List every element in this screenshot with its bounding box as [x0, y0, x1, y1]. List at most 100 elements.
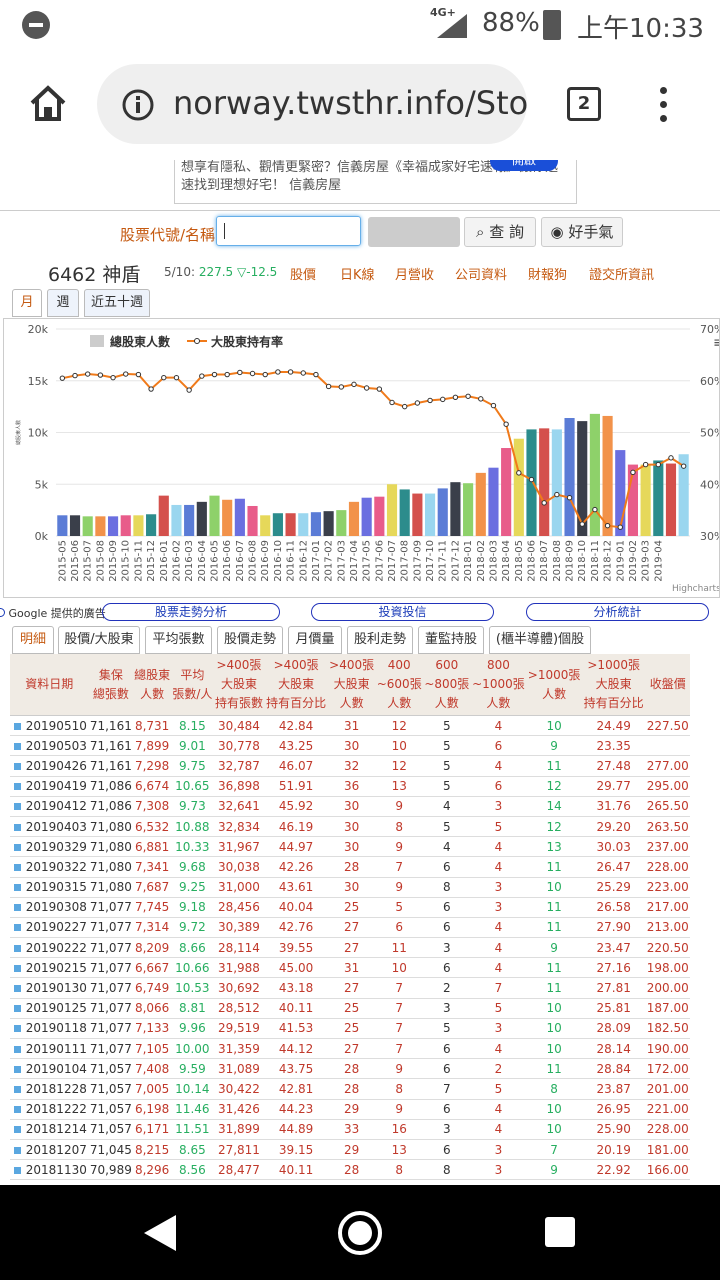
- back-icon[interactable]: [144, 1215, 176, 1251]
- table-row[interactable]: 20190125 71,077 8,066 8.81 28,512 40.11 25 7 3 5 1…: [10, 998, 690, 1019]
- table-row[interactable]: 20181222 71,057 6,198 11.46 31,426 44.23 29 9 6 4…: [10, 1099, 690, 1120]
- table-cell: 263.50: [645, 816, 690, 838]
- tab-switcher-button[interactable]: 2: [567, 87, 601, 121]
- table-cell: 25.29: [581, 877, 646, 898]
- query-button[interactable]: ⌕ 查 詢: [464, 217, 536, 247]
- table-row[interactable]: 20190227 71,077 7,314 9.72 30,389 42.76 27 6 6 4 1…: [10, 917, 690, 939]
- data-tab-semi[interactable]: (櫃半導體)個股: [489, 626, 591, 654]
- home-nav-icon[interactable]: [338, 1211, 382, 1255]
- section-link-trend[interactable]: 股票走勢分析: [102, 603, 280, 621]
- data-tab-detail[interactable]: 明細: [12, 626, 54, 654]
- home-icon[interactable]: [27, 83, 69, 125]
- info-icon[interactable]: [121, 88, 155, 122]
- line-point: [325, 383, 332, 390]
- table-cell: 45.00: [264, 957, 328, 979]
- table-row[interactable]: 20181207 71,045 8,215 8.65 27,811 39.15 29 13 6 3…: [10, 1139, 690, 1161]
- table-row[interactable]: 20181228 71,057 7,005 10.14 30,422 42.81 28 8 7 5…: [10, 1078, 690, 1100]
- table-row[interactable]: 20190426 71,161 7,298 9.75 32,787 46.07 32 12 5 4…: [10, 755, 690, 777]
- bar: [653, 460, 664, 536]
- x-tick-label: 2018-06: [527, 540, 538, 582]
- data-tab-trend[interactable]: 股價走勢: [217, 626, 283, 654]
- row-marker-icon: [10, 856, 24, 878]
- x-tick-label: 2017-11: [438, 540, 449, 582]
- table-row[interactable]: 20190510 71,161 8,731 8.15 30,484 42.84 31 12 5 4…: [10, 715, 690, 737]
- table-row[interactable]: 20190315 71,080 7,687 9.25 31,000 43.61 30 9 8 3 1…: [10, 877, 690, 898]
- table-row[interactable]: 20190412 71,086 7,308 9.73 32,641 45.92 30 9 4 3 1…: [10, 796, 690, 817]
- table-row[interactable]: 20190222 71,077 8,209 8.66 28,114 39.55 27 11 3 4…: [10, 937, 690, 959]
- tab-50weeks[interactable]: 近五十週: [84, 289, 150, 317]
- table-cell: 32: [327, 755, 376, 777]
- table-row[interactable]: 20190403 71,080 6,532 10.88 32,834 46.19 30 8 5 5…: [10, 816, 690, 838]
- left-tick-label: 10k: [28, 427, 49, 440]
- line-point: [566, 495, 573, 501]
- x-tick-label: 2019-01: [615, 540, 626, 582]
- table-cell: 5: [375, 897, 424, 918]
- section-link-stats[interactable]: 分析統計: [526, 603, 709, 621]
- line-point: [173, 374, 180, 381]
- data-tab-monthly-vol[interactable]: 月價量: [288, 626, 342, 654]
- tab-weekly[interactable]: 週: [47, 289, 79, 317]
- chart-menu-icon[interactable]: ≡: [713, 335, 720, 351]
- ad-banner[interactable]: 想享有隱私、觀情更緊密？信義房屋《幸福成家好宅速報》讓你迅速找到理想好宅！ 信義…: [174, 160, 577, 204]
- table-row[interactable]: 20190308 71,077 7,745 9.18 28,456 40.04 25 5 6 3 1…: [10, 897, 690, 918]
- table-row[interactable]: 20190104 71,057 7,408 9.59 31,089 43.75 28 9 6 2 1…: [10, 1058, 690, 1080]
- table-row[interactable]: 20190111 71,077 7,105 10.00 31,359 44.12 27 7 6 4…: [10, 1038, 690, 1060]
- table-row[interactable]: 20181214 71,057 6,171 11.51 31,899 44.89 33 16 3…: [10, 1119, 690, 1140]
- line-point: [199, 373, 205, 379]
- nav-link-company[interactable]: 公司資料: [455, 264, 507, 283]
- table-header-cell: >400張 大股東 人數: [327, 654, 376, 716]
- table-cell: 20190125: [24, 998, 89, 1019]
- table-row[interactable]: 20190130 71,077 6,749 10.53 30,692 43.18 27 7 2 7…: [10, 977, 690, 999]
- table-cell: 4: [470, 937, 527, 959]
- tab-monthly[interactable]: 月: [12, 289, 42, 317]
- table-row[interactable]: 20181130 70,989 8,296 8.56 28,477 40.11 28 8 8 3 9…: [10, 1159, 690, 1181]
- info-dot-icon: [0, 608, 5, 617]
- menu-icon[interactable]: [660, 87, 668, 123]
- table-row[interactable]: 20190215 71,077 6,667 10.66 31,988 45.00 31 10 6…: [10, 957, 690, 979]
- search-input[interactable]: [216, 216, 361, 246]
- table-cell: 20181130: [24, 1159, 89, 1181]
- table-cell: 20190426: [24, 755, 89, 777]
- nav-link-price[interactable]: 股價: [290, 264, 316, 283]
- nav-link-kline[interactable]: 日K線: [340, 264, 375, 283]
- lucky-button[interactable]: ◉ 好手氣: [541, 217, 623, 247]
- nav-link-revenue[interactable]: 月營收: [395, 264, 434, 283]
- table-cell: 11: [526, 897, 582, 918]
- table-header-cell: 800 ~1000張 人數: [470, 654, 527, 716]
- table-row[interactable]: 20190322 71,080 7,341 9.68 30,038 42.26 28 7 6 4 1…: [10, 856, 690, 878]
- table-row[interactable]: 20190329 71,080 6,881 10.33 31,967 44.97 30 9 4 4…: [10, 836, 690, 858]
- recents-icon[interactable]: [545, 1217, 575, 1247]
- table-cell: 11: [526, 1058, 582, 1080]
- nav-link-exchange[interactable]: 證交所資訊: [589, 264, 654, 283]
- address-bar[interactable]: norway.twsthr.info/Stoc: [97, 64, 527, 144]
- table-cell: 227.50: [645, 715, 690, 737]
- data-tab-dividend[interactable]: 股利走勢: [347, 626, 413, 654]
- x-tick-label: 2015-08: [95, 540, 106, 582]
- table-row[interactable]: 20190118 71,077 7,133 9.96 29,519 41.53 25 7 5 3 1…: [10, 1018, 690, 1040]
- x-tick-label: 2017-01: [311, 540, 322, 582]
- table-cell: 29: [327, 1099, 376, 1120]
- table-cell: 30: [327, 816, 376, 838]
- table-cell: 30,422: [213, 1078, 265, 1100]
- search-suggest-box[interactable]: [368, 217, 460, 247]
- line-point: [300, 370, 306, 376]
- table-cell: 9: [526, 735, 582, 757]
- ad-open-button[interactable]: 開啟: [490, 160, 558, 171]
- legend-swatch-point: [194, 338, 200, 344]
- data-tab-directors[interactable]: 董監持股: [418, 626, 484, 654]
- table-row[interactable]: 20190419 71,086 6,674 10.65 36,898 51.91 36 13 5…: [10, 776, 690, 797]
- bar: [589, 413, 600, 536]
- data-tab-avg[interactable]: 平均張數: [145, 626, 212, 654]
- table-cell: 13: [375, 1139, 424, 1161]
- nav-link-report[interactable]: 財報狗: [528, 264, 567, 283]
- table-cell: 20190419: [24, 776, 89, 797]
- data-tab-price-holder[interactable]: 股價/大股東: [58, 626, 140, 654]
- table-cell: 4: [470, 755, 527, 777]
- section-link-invest[interactable]: 投資投信: [311, 603, 494, 621]
- left-tick-label: 15k: [28, 375, 49, 388]
- price-date: 5/10:: [164, 265, 195, 279]
- table-cell: 4: [470, 1119, 527, 1140]
- table-row[interactable]: 20190503 71,161 7,899 9.01 30,778 43.25 30 10 5 6…: [10, 735, 690, 757]
- table-cell: 8,215: [133, 1139, 172, 1161]
- bar: [158, 495, 169, 536]
